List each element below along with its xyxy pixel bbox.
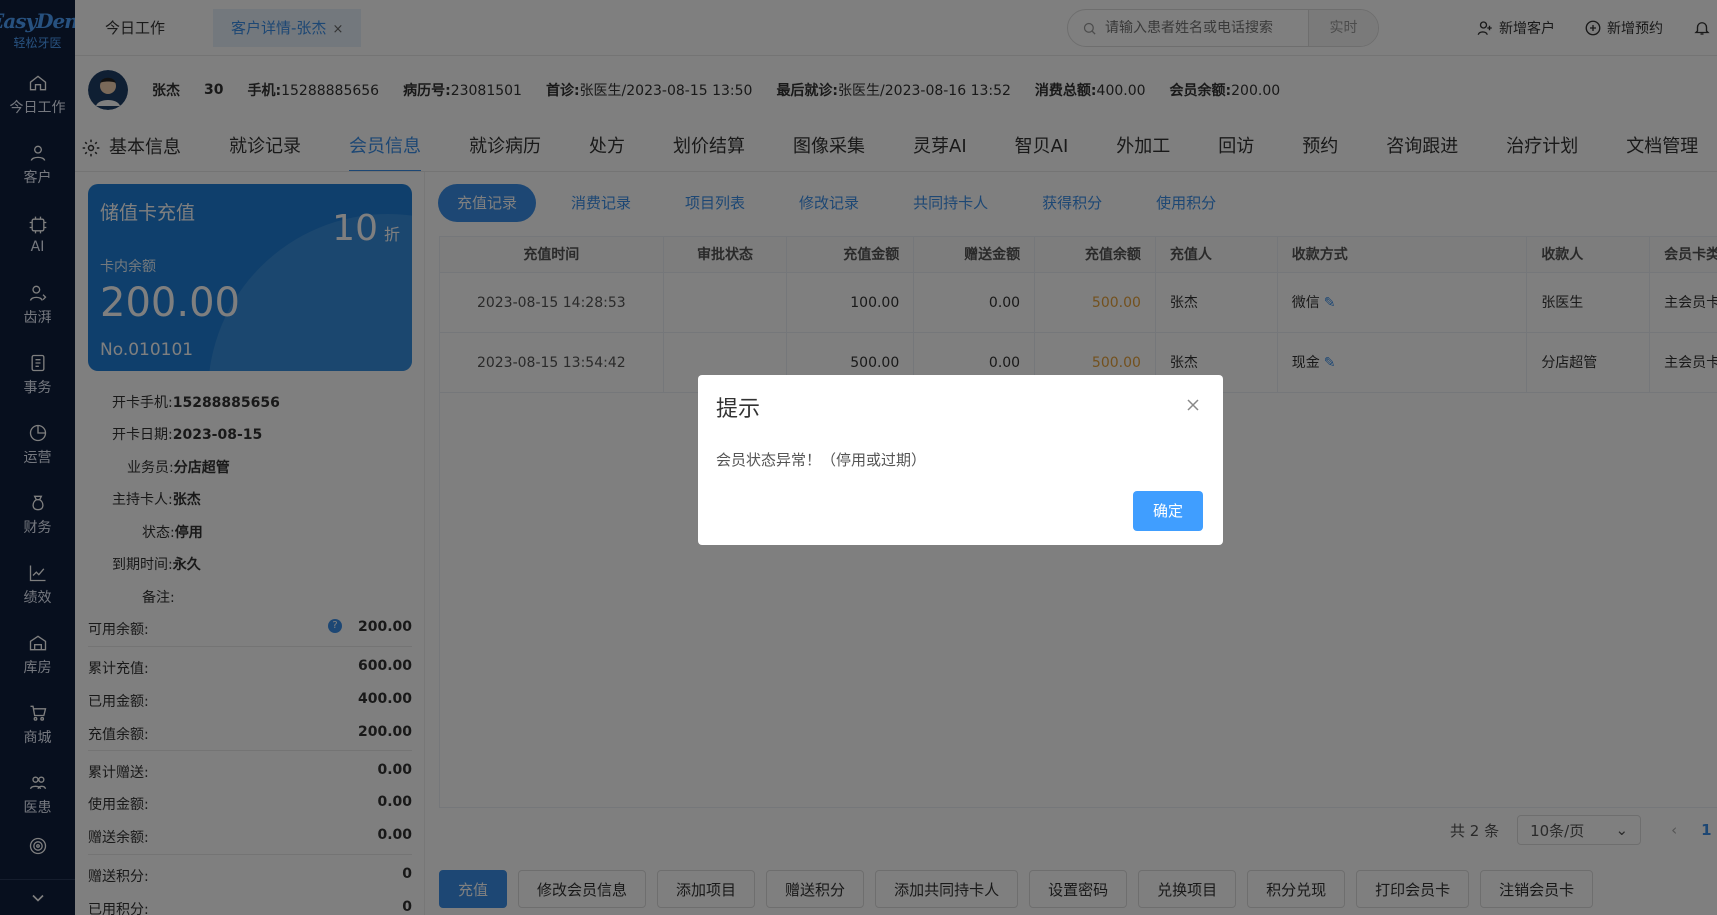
confirm-button[interactable]: 确定 xyxy=(1133,491,1203,531)
app: EasyDent 轻松牙医 今日工作 客户 AI 齿湃 事务 运营 xyxy=(0,0,1717,915)
dialog-message: 会员状态异常！（停用或过期） xyxy=(716,451,927,469)
close-icon[interactable] xyxy=(1183,395,1203,415)
dialog-title: 提示 xyxy=(716,397,761,422)
alert-dialog: 提示 会员状态异常！（停用或过期） 确定 xyxy=(698,375,1223,545)
